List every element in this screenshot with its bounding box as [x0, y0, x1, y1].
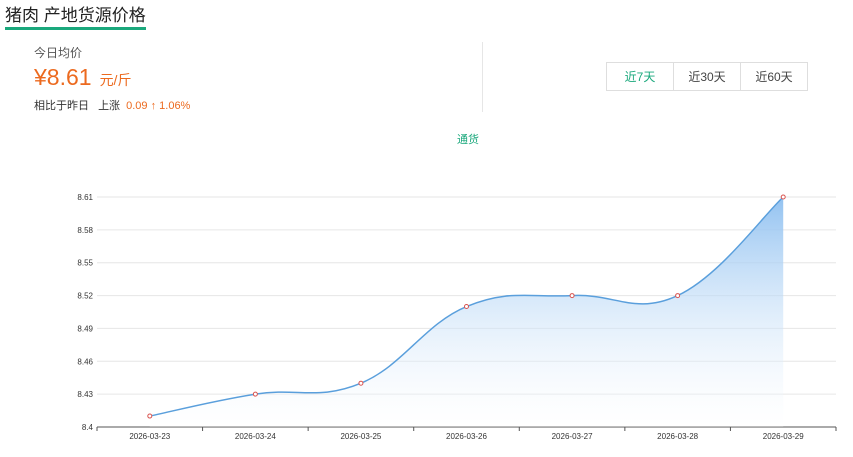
price-unit: 元/斤 [99, 72, 132, 88]
price-summary: 今日均价 ¥8.61 元/斤 相比于昨日 上涨 0.09 ↑ 1.06% [34, 44, 190, 113]
y-tick-label: 8.43 [77, 390, 93, 399]
tab-7-days[interactable]: 近7天 [607, 63, 673, 90]
data-point [358, 380, 364, 386]
trend-label: 上涨 [98, 100, 121, 112]
price-change: 0.09 ↑ 1.06% [126, 100, 191, 112]
price-row: ¥8.61 元/斤 [34, 64, 190, 91]
x-tick-label: 2026-03-29 [763, 432, 804, 441]
data-point [252, 391, 258, 397]
x-tick-label: 2026-03-27 [552, 432, 593, 441]
price-chart: 8.4 8.43 8.46 8.49 8.52 8.55 8.58 8.61 2026-03-2… [77, 193, 837, 441]
average-price: ¥8.61 [34, 64, 92, 90]
data-point [147, 413, 153, 419]
y-tick-label: 8.49 [77, 324, 93, 333]
y-tick-label: 8.46 [77, 357, 93, 366]
tab-30-days[interactable]: 近30天 [673, 63, 740, 90]
data-point [464, 304, 469, 310]
data-point [569, 293, 575, 299]
range-tabs: 近7天 近30天 近60天 [606, 62, 808, 91]
y-tick-label: 8.58 [77, 226, 93, 235]
x-tick-label: 2026-03-28 [657, 432, 698, 441]
x-tick-label: 2026-03-26 [446, 432, 487, 441]
x-tick-label: 2026-03-25 [340, 432, 381, 441]
y-tick-label: 8.4 [82, 423, 94, 432]
data-point [780, 194, 786, 200]
y-tick-label: 8.61 [77, 193, 93, 202]
series-area [149, 197, 784, 427]
chart-legend[interactable]: 通货 [0, 131, 853, 147]
summary-divider [482, 42, 483, 112]
today-average-label: 今日均价 [34, 46, 83, 60]
page-title: 猪肉 产地货源价格 [5, 6, 146, 30]
compare-row: 相比于昨日 上涨 0.09 ↑ 1.06% [34, 97, 190, 113]
x-tick-label: 2026-03-23 [129, 432, 170, 441]
data-point [675, 293, 681, 299]
x-tick-label: 2026-03-24 [235, 432, 276, 441]
compare-label: 相比于昨日 [34, 100, 89, 112]
y-tick-label: 8.55 [77, 259, 93, 268]
y-tick-label: 8.52 [77, 292, 93, 301]
tab-60-days[interactable]: 近60天 [740, 63, 807, 90]
